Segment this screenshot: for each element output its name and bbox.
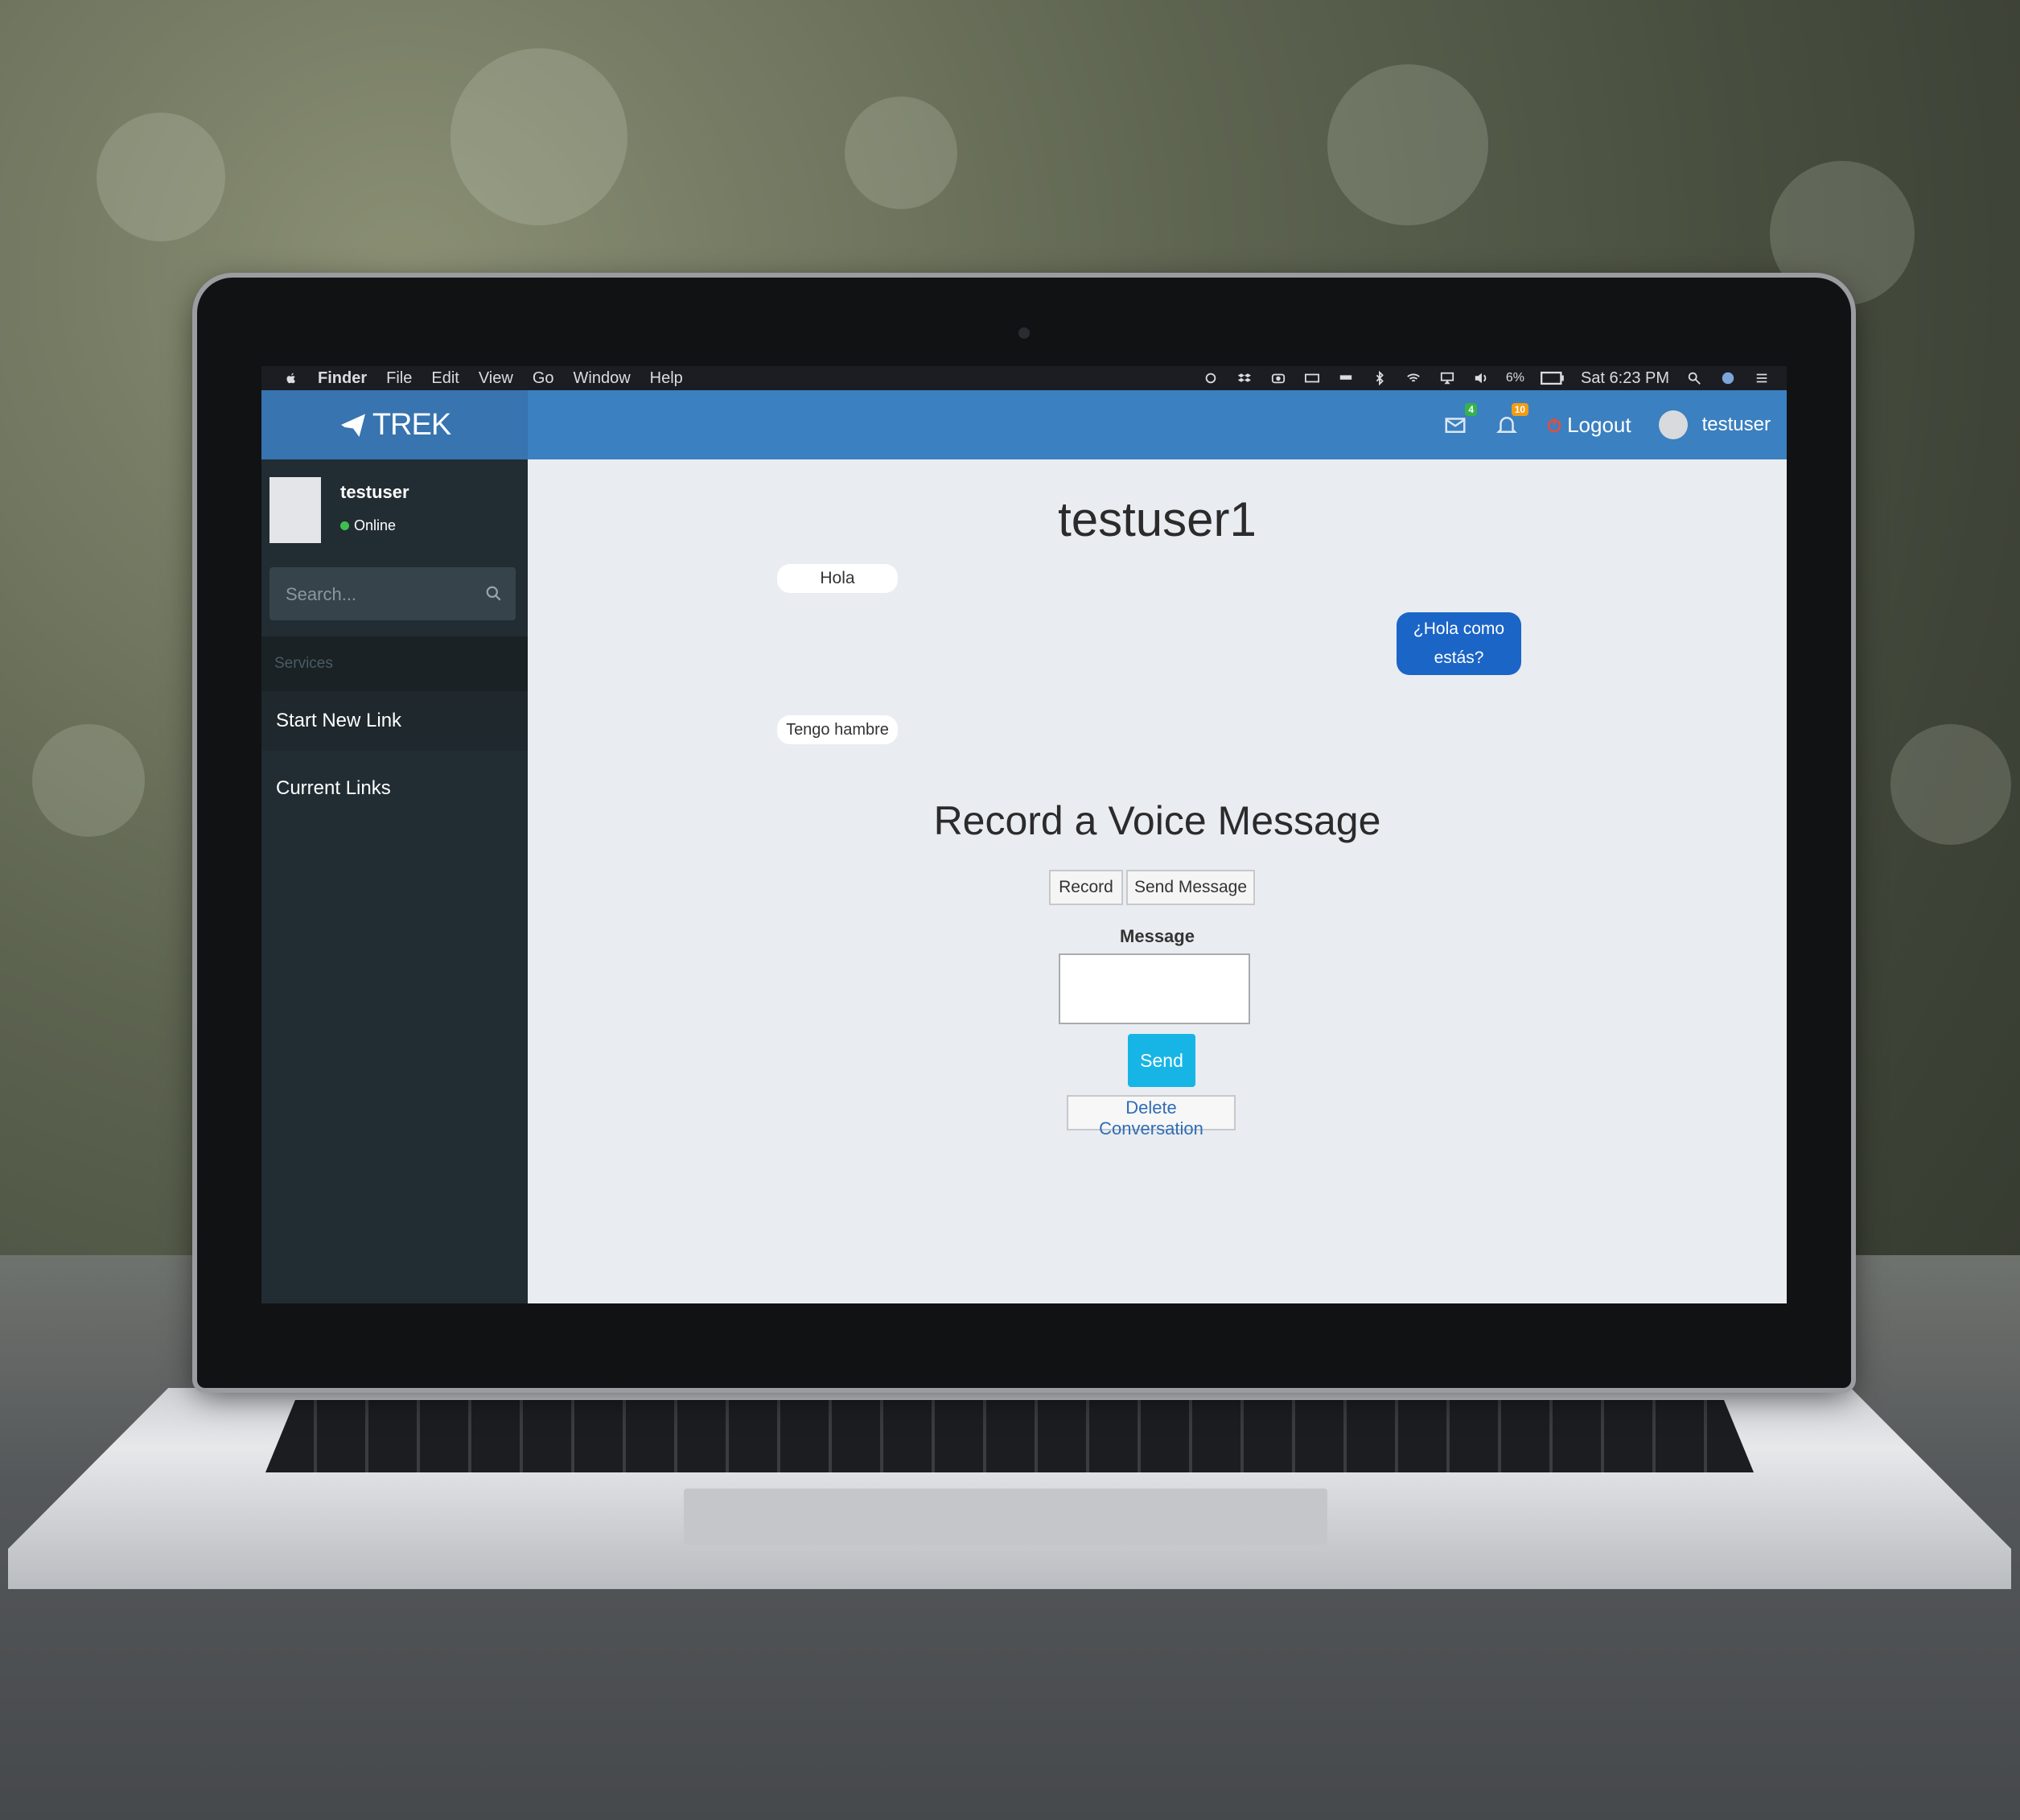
- conversation-title: testuser1: [1058, 492, 1257, 546]
- logout-button[interactable]: Logout: [1546, 413, 1631, 438]
- sidebar-item-start-new-link[interactable]: Start New Link: [261, 691, 528, 751]
- apple-icon[interactable]: [284, 371, 298, 385]
- search-icon[interactable]: [485, 585, 503, 603]
- message-label: Message: [1120, 926, 1195, 946]
- menu-edit[interactable]: Edit: [431, 369, 459, 388]
- battery-percent: 6%: [1505, 371, 1524, 385]
- brand-logo[interactable]: TREK: [261, 390, 528, 459]
- status-text: Online: [354, 517, 397, 533]
- spotlight-search-icon[interactable]: [1685, 371, 1703, 385]
- keyboard-status-icon[interactable]: [1303, 371, 1321, 385]
- notification-center-icon[interactable]: [1753, 371, 1771, 385]
- message-textarea[interactable]: [1059, 953, 1250, 1024]
- menubar-clock[interactable]: Sat 6:23 PM: [1581, 369, 1669, 388]
- user-status: Online: [340, 517, 396, 534]
- voice-message-title: Record a Voice Message: [933, 798, 1381, 843]
- logout-label: Logout: [1567, 412, 1631, 437]
- app-navbar: TREK 4 10 Logout testuser: [261, 390, 1787, 459]
- nav-username: testuser: [1701, 414, 1771, 435]
- message-bubble-incoming: Tengo hambre: [777, 715, 898, 744]
- notifications-button[interactable]: 10: [1495, 403, 1529, 437]
- menu-help[interactable]: Help: [650, 369, 683, 388]
- user-panel: testuser Online: [269, 477, 520, 550]
- avatar: [1658, 410, 1688, 439]
- screen: Finder File Edit View Go Window Help 6% …: [261, 366, 1787, 1303]
- circle-status-icon[interactable]: [1202, 371, 1220, 385]
- laptop-trackpad: [684, 1489, 1327, 1545]
- menu-file[interactable]: File: [386, 369, 412, 388]
- sidebar-item-current-links[interactable]: Current Links: [261, 759, 528, 818]
- display-status-icon[interactable]: [1337, 371, 1355, 385]
- menu-window[interactable]: Window: [574, 369, 631, 388]
- menu-finder[interactable]: Finder: [318, 369, 367, 388]
- camera-icon: [1018, 327, 1030, 339]
- notifications-badge: 10: [1511, 403, 1529, 416]
- message-bubble-outgoing: ¿Hola como estás?: [1397, 612, 1521, 675]
- sidebar-search: [269, 567, 516, 622]
- paper-plane-icon: [340, 414, 365, 437]
- battery-icon[interactable]: [1540, 371, 1565, 385]
- wifi-icon[interactable]: [1405, 371, 1422, 385]
- send-button[interactable]: Send: [1128, 1034, 1195, 1087]
- record-button[interactable]: Record: [1049, 870, 1123, 905]
- search-input[interactable]: [269, 567, 480, 622]
- user-menu[interactable]: testuser: [1658, 410, 1771, 439]
- laptop-keyboard: [265, 1400, 1754, 1472]
- siri-icon[interactable]: [1719, 371, 1737, 385]
- airplay-icon[interactable]: [1438, 371, 1456, 385]
- delete-conversation-button[interactable]: Delete Conversation: [1067, 1095, 1236, 1139]
- bell-icon: [1496, 417, 1518, 433]
- camera-status-icon[interactable]: [1269, 371, 1287, 385]
- power-icon: [1547, 418, 1561, 433]
- sidebar-section-header: Services: [261, 636, 528, 691]
- menu-go[interactable]: Go: [533, 369, 554, 388]
- volume-icon[interactable]: [1472, 371, 1490, 385]
- dropbox-icon[interactable]: [1236, 371, 1253, 385]
- menu-view[interactable]: View: [479, 369, 513, 388]
- bluetooth-icon[interactable]: [1371, 371, 1388, 385]
- message-bubble-incoming: Hola: [777, 564, 898, 593]
- online-dot-icon: [340, 521, 349, 530]
- messages-badge: 4: [1465, 403, 1478, 416]
- brand-name: TREK: [372, 407, 451, 442]
- mac-menubar: Finder File Edit View Go Window Help 6% …: [261, 366, 1787, 390]
- main-content: testuser1 Hola ¿Hola como estás? Tengo h…: [528, 459, 1787, 1303]
- send-message-button[interactable]: Send Message: [1126, 870, 1255, 905]
- envelope-icon: [1445, 418, 1466, 433]
- user-image: [269, 477, 321, 543]
- sidebar-username: testuser: [340, 482, 409, 502]
- messages-button[interactable]: 4: [1443, 403, 1478, 437]
- laptop-lid: Finder File Edit View Go Window Help 6% …: [197, 278, 1851, 1388]
- sidebar: testuser Online Services Start New Link …: [261, 459, 528, 1303]
